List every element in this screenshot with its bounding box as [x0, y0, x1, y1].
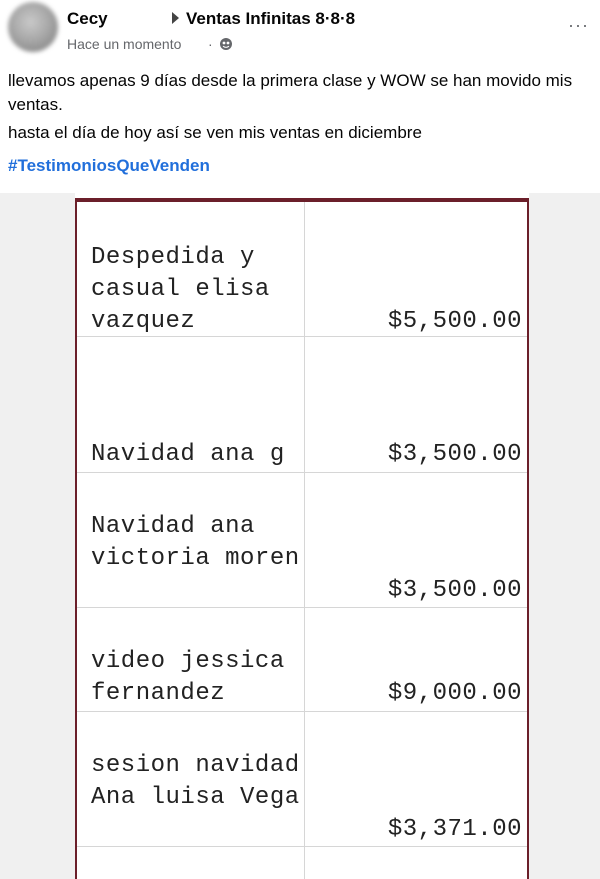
sale-amount: $3,500.00 — [387, 441, 522, 468]
post-paragraph-1: llevamos apenas 9 días desde la primera … — [8, 71, 573, 114]
post-photo[interactable]: Despedida y casual elisa vazquez $5,500.… — [0, 193, 600, 879]
globe-icon[interactable] — [219, 37, 233, 51]
sale-description: Navidad ana g — [91, 441, 285, 468]
sheet-top-border — [75, 198, 529, 202]
sale-description: sesion navidad Ana luisa Vega — [91, 752, 300, 811]
group-name[interactable]: Ventas Infinitas 8·8·8 — [186, 9, 355, 29]
hashtag-link[interactable]: #TestimoniosQueVenden — [8, 156, 210, 176]
avatar[interactable] — [8, 2, 58, 52]
post-header: Cecy Ventas Infinitas 8·8·8 Hace un mome… — [0, 0, 600, 60]
row-divider — [77, 846, 527, 847]
sale-amount: $9,000.00 — [387, 680, 522, 707]
sale-description: Navidad ana victoria moren — [91, 513, 300, 572]
post-paragraph-2: hasta el día de hoy así se ven mis venta… — [8, 123, 422, 142]
sheet-right-border — [527, 198, 529, 879]
sale-amount: $3,500.00 — [387, 577, 522, 604]
triangle-right-icon — [172, 12, 179, 24]
author-name[interactable]: Cecy — [67, 9, 108, 29]
sale-description: video jessica fernandez — [91, 648, 285, 707]
sale-description: Despedida y casual elisa vazquez — [91, 244, 270, 335]
row-divider — [77, 711, 527, 712]
post-body: llevamos apenas 9 días desde la primera … — [8, 69, 588, 145]
sale-amount: $3,371.00 — [387, 816, 522, 843]
row-divider — [77, 472, 527, 473]
column-divider — [304, 202, 305, 879]
sale-amount: $5,500.00 — [387, 308, 522, 335]
more-options-icon[interactable]: ··· — [568, 16, 589, 34]
row-divider — [77, 607, 527, 608]
post-timestamp[interactable]: Hace un momento — [67, 36, 181, 52]
separator-dot: · — [208, 36, 213, 52]
sheet-left-border — [75, 198, 77, 879]
